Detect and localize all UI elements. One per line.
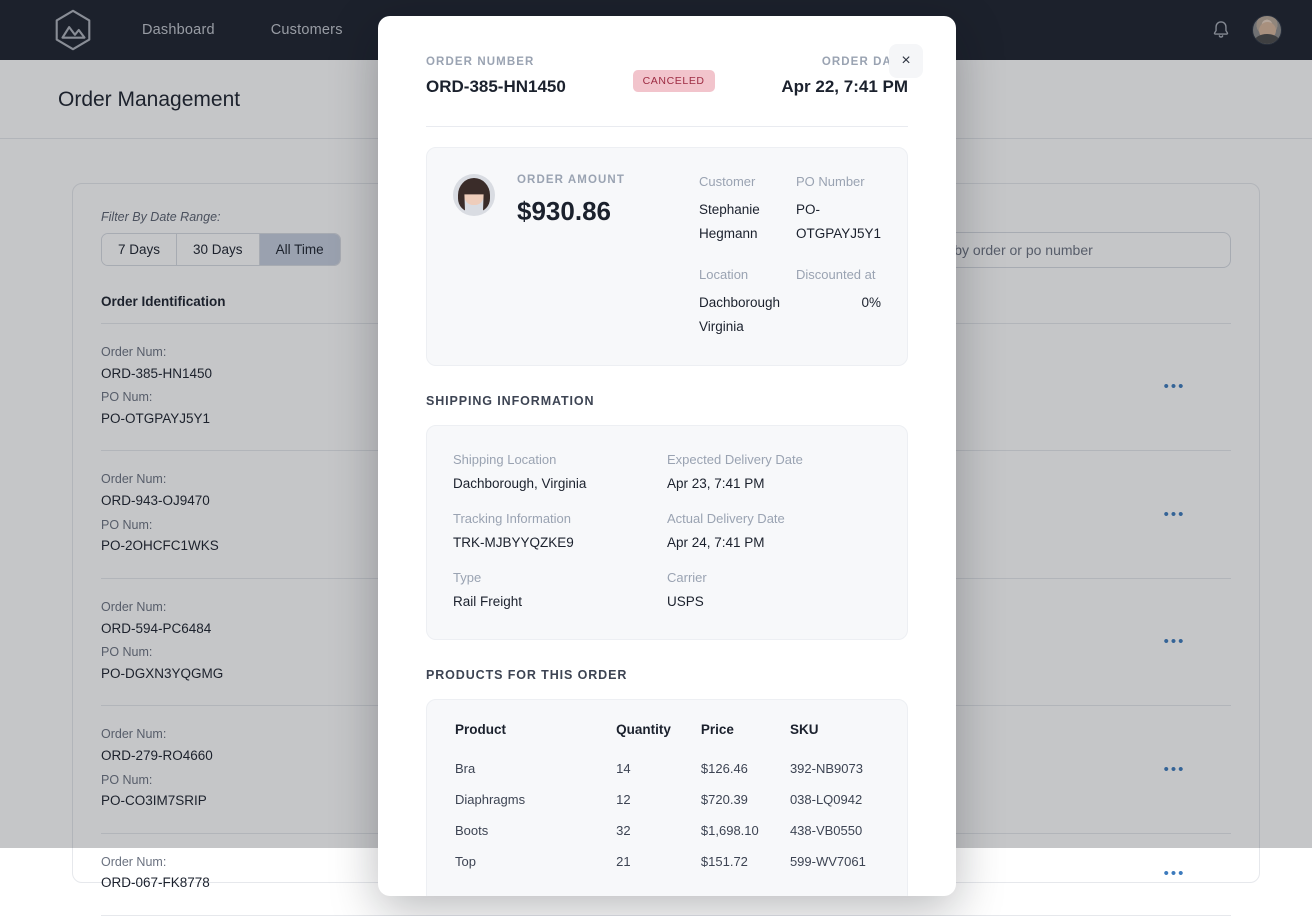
- product-price: $126.46: [701, 753, 790, 784]
- actual-delivery-field: Actual Delivery Date Apr 24, 7:41 PM: [667, 511, 881, 550]
- customer-field: Customer Stephanie Hegmann: [699, 174, 784, 245]
- ellipsis-menu-icon[interactable]: •••: [1164, 865, 1186, 882]
- expected-delivery-label: Expected Delivery Date: [667, 452, 881, 467]
- po-number-value: PO-OTGPAYJ5Y1: [796, 198, 881, 245]
- customer-avatar: [453, 174, 495, 216]
- po-number-label: PO Number: [796, 174, 881, 189]
- product-quantity: 12: [616, 784, 701, 815]
- shipping-type-label: Type: [453, 570, 667, 585]
- product-price: $720.39: [701, 784, 790, 815]
- expected-delivery-field: Expected Delivery Date Apr 23, 7:41 PM: [667, 452, 881, 491]
- product-row: Top 21 $151.72 599-WV7061: [455, 846, 879, 877]
- order-amount-label: ORDER AMOUNT: [517, 174, 677, 186]
- po-number-field: PO Number PO-OTGPAYJ5Y1: [796, 174, 881, 245]
- shipping-location-field: Shipping Location Dachborough, Virginia: [453, 452, 667, 491]
- customer-value: Stephanie Hegmann: [699, 198, 784, 245]
- discount-field: Discounted at 0%: [796, 267, 881, 338]
- order-amount-value: $930.86: [517, 196, 677, 227]
- product-name: Boots: [455, 815, 616, 846]
- modal-header: ORDER NUMBER ORD-385-HN1450 CANCELED ORD…: [426, 16, 908, 97]
- order-number-value: ORD-385-HN1450: [426, 77, 566, 97]
- close-icon[interactable]: ×: [889, 44, 923, 78]
- discount-value: 0%: [796, 291, 881, 315]
- product-price: $1,698.10: [701, 815, 790, 846]
- order-number-block: ORDER NUMBER ORD-385-HN1450: [426, 56, 566, 97]
- order-date-value: Apr 22, 7:41 PM: [781, 77, 908, 97]
- products-column-sku: SKU: [790, 722, 879, 753]
- product-sku: 599-WV7061: [790, 846, 879, 877]
- shipping-information-card: Shipping Location Dachborough, Virginia …: [426, 425, 908, 640]
- customer-label: Customer: [699, 174, 784, 189]
- products-table: Product Quantity Price SKU Bra 14 $126.4…: [455, 722, 879, 877]
- location-value: Dachborough Virginia: [699, 291, 784, 338]
- carrier-label: Carrier: [667, 570, 881, 585]
- modal-divider: [426, 126, 908, 127]
- products-section-title: PRODUCTS FOR THIS ORDER: [426, 668, 908, 682]
- shipping-location-value: Dachborough, Virginia: [453, 476, 667, 491]
- status-badge: CANCELED: [633, 70, 715, 92]
- shipping-section-title: SHIPPING INFORMATION: [426, 394, 908, 408]
- location-label: Location: [699, 267, 784, 282]
- discount-label: Discounted at: [796, 267, 881, 282]
- products-column-quantity: Quantity: [616, 722, 701, 753]
- products-column-price: Price: [701, 722, 790, 753]
- product-quantity: 21: [616, 846, 701, 877]
- location-field: Location Dachborough Virginia: [699, 267, 784, 338]
- product-name: Diaphragms: [455, 784, 616, 815]
- product-quantity: 32: [616, 815, 701, 846]
- products-header-row: Product Quantity Price SKU: [455, 722, 879, 753]
- product-row: Bra 14 $126.46 392-NB9073: [455, 753, 879, 784]
- shipping-type-value: Rail Freight: [453, 594, 667, 609]
- product-price: $151.72: [701, 846, 790, 877]
- actual-delivery-label: Actual Delivery Date: [667, 511, 881, 526]
- modal-status-wrap: CANCELED: [566, 56, 782, 92]
- expected-delivery-value: Apr 23, 7:41 PM: [667, 476, 881, 491]
- product-sku: 038-LQ0942: [790, 784, 879, 815]
- product-name: Top: [455, 846, 616, 877]
- order-detail-modal: × ORDER NUMBER ORD-385-HN1450 CANCELED O…: [378, 16, 956, 896]
- order-amount-block: ORDER AMOUNT $930.86: [517, 170, 677, 339]
- product-sku: 392-NB9073: [790, 753, 879, 784]
- shipping-location-label: Shipping Location: [453, 452, 667, 467]
- product-name: Bra: [455, 753, 616, 784]
- products-card: Product Quantity Price SKU Bra 14 $126.4…: [426, 699, 908, 897]
- shipping-type-field: Type Rail Freight: [453, 570, 667, 609]
- carrier-field: Carrier USPS: [667, 570, 881, 609]
- order-summary-card: ORDER AMOUNT $930.86 Customer Stephanie …: [426, 147, 908, 366]
- actual-delivery-value: Apr 24, 7:41 PM: [667, 535, 881, 550]
- tracking-field: Tracking Information TRK-MJBYYQZKE9: [453, 511, 667, 550]
- tracking-label: Tracking Information: [453, 511, 667, 526]
- carrier-value: USPS: [667, 594, 881, 609]
- products-table-body: Bra 14 $126.46 392-NB9073 Diaphragms 12 …: [455, 753, 879, 877]
- product-row: Boots 32 $1,698.10 438-VB0550: [455, 815, 879, 846]
- products-column-product: Product: [455, 722, 616, 753]
- tracking-value: TRK-MJBYYQZKE9: [453, 535, 667, 550]
- product-sku: 438-VB0550: [790, 815, 879, 846]
- order-number-label: ORDER NUMBER: [426, 56, 566, 68]
- products-table-head: Product Quantity Price SKU: [455, 722, 879, 753]
- product-row: Diaphragms 12 $720.39 038-LQ0942: [455, 784, 879, 815]
- product-quantity: 14: [616, 753, 701, 784]
- summary-details-grid: Customer Stephanie Hegmann PO Number PO-…: [699, 170, 881, 339]
